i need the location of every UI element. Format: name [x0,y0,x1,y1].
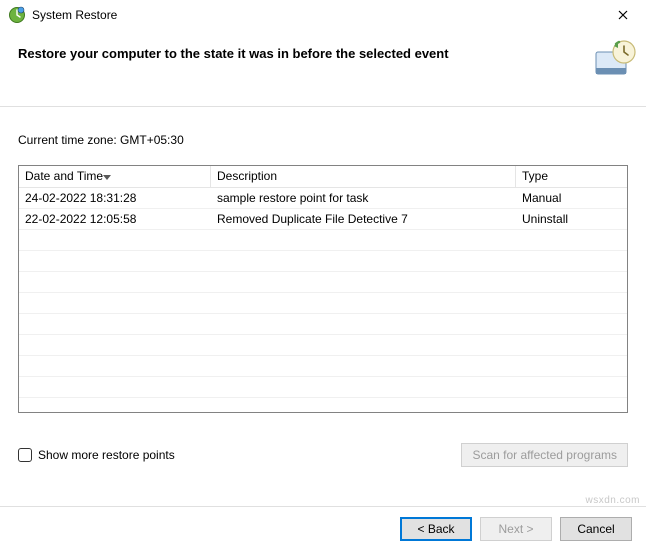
timezone-label: Current time zone: GMT+05:30 [18,133,628,147]
empty-row [19,314,627,335]
checkbox-box [18,448,32,462]
table-header: Date and Time Description Type [19,166,627,188]
system-restore-large-icon [590,38,638,85]
table-row[interactable]: 24-02-2022 18:31:28 sample restore point… [19,188,627,209]
wizard-footer: < Back Next > Cancel [0,506,646,550]
window-title: System Restore [32,8,117,22]
next-button[interactable]: Next > [480,517,552,541]
content-area: Current time zone: GMT+05:30 Date and Ti… [0,107,646,477]
page-heading: Restore your computer to the state it wa… [18,44,449,61]
show-more-checkbox[interactable]: Show more restore points [18,448,175,462]
column-type[interactable]: Type [516,166,627,188]
cell-type: Manual [516,188,627,209]
empty-row [19,293,627,314]
empty-row [19,272,627,293]
table-body: 24-02-2022 18:31:28 sample restore point… [19,188,627,398]
scan-affected-button[interactable]: Scan for affected programs [461,443,628,467]
close-button[interactable] [600,0,646,30]
empty-row [19,356,627,377]
cancel-button[interactable]: Cancel [560,517,632,541]
table-row[interactable]: 22-02-2022 12:05:58 Removed Duplicate Fi… [19,209,627,230]
back-button[interactable]: < Back [400,517,472,541]
empty-row [19,377,627,398]
cell-description: sample restore point for task [211,188,516,209]
wizard-header: Restore your computer to the state it wa… [0,30,646,106]
restore-points-table[interactable]: Date and Time Description Type 24-02-202… [18,165,628,413]
empty-row [19,230,627,251]
empty-row [19,251,627,272]
watermark: wsxdn.com [585,495,640,506]
show-more-label: Show more restore points [38,448,175,462]
cell-date: 24-02-2022 18:31:28 [19,188,211,209]
column-date[interactable]: Date and Time [19,166,211,188]
cell-type: Uninstall [516,209,627,230]
column-description[interactable]: Description [211,166,516,188]
cell-date: 22-02-2022 12:05:58 [19,209,211,230]
title-bar: System Restore [0,0,646,30]
system-restore-icon [8,6,26,24]
cell-description: Removed Duplicate File Detective 7 [211,209,516,230]
empty-row [19,335,627,356]
close-icon [618,10,628,20]
